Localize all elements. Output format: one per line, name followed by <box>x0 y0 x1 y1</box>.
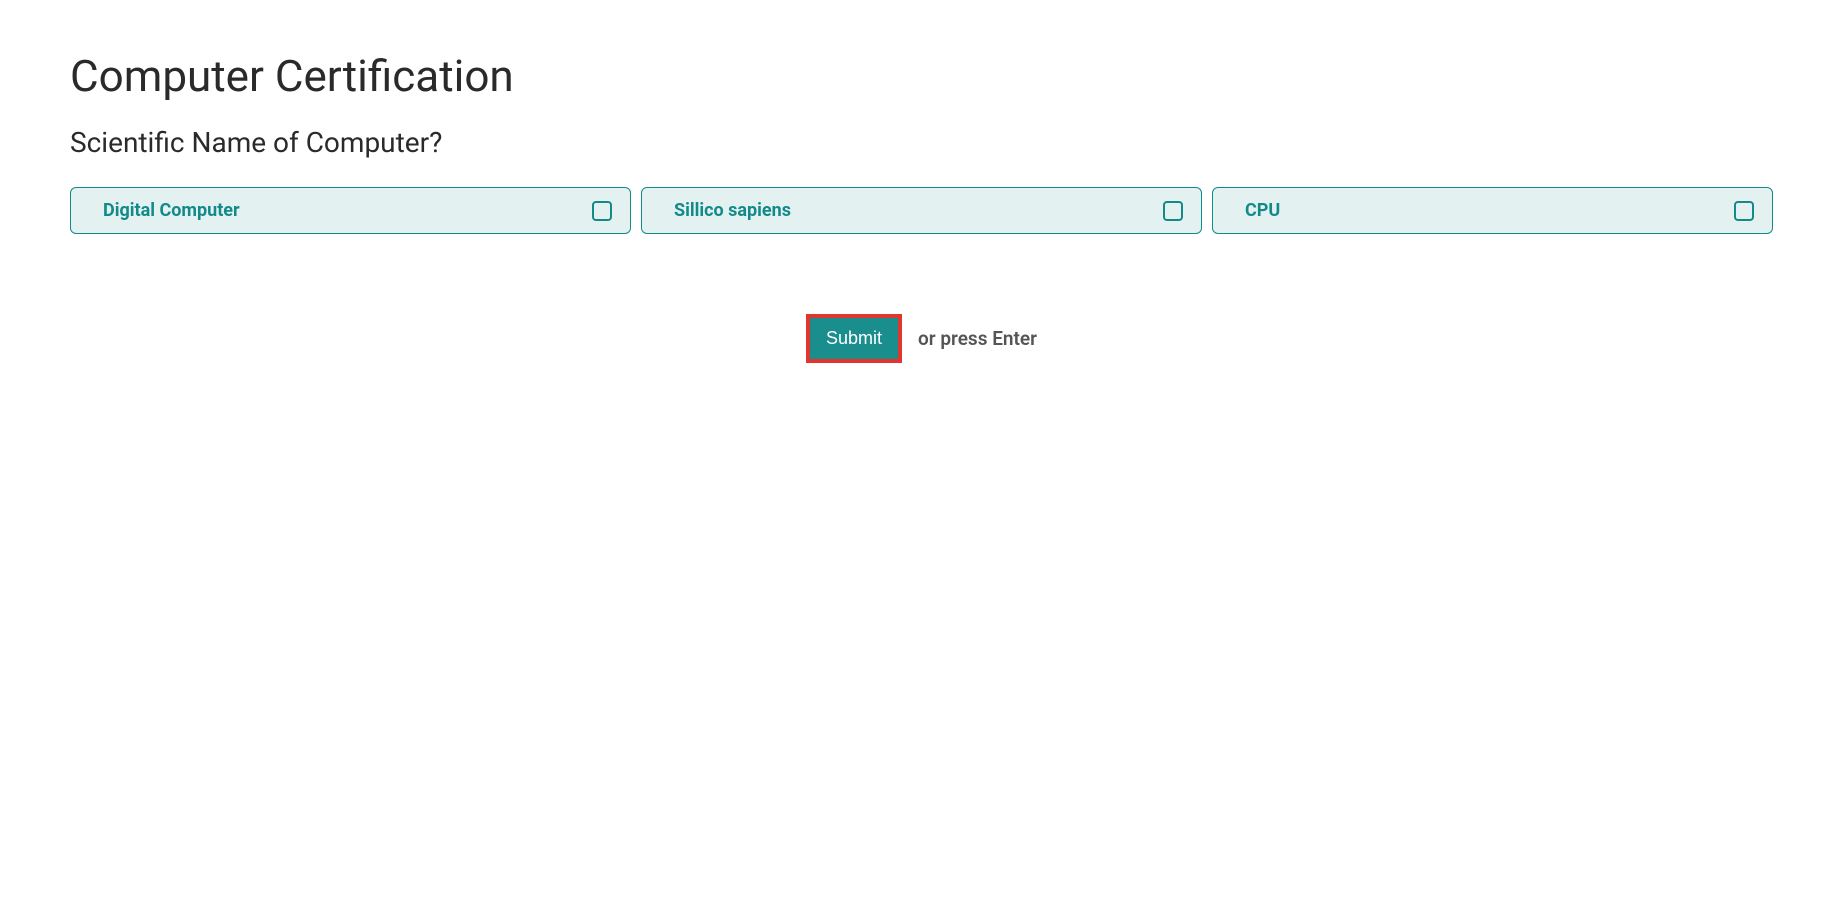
checkbox-icon <box>592 201 612 221</box>
submit-button-highlight: Submit <box>806 314 902 363</box>
option-label: Digital Computer <box>103 200 240 221</box>
option-digital-computer[interactable]: Digital Computer <box>70 187 631 234</box>
page-title: Computer Certification <box>70 50 1773 102</box>
checkbox-icon <box>1734 201 1754 221</box>
submit-hint: or press Enter <box>918 327 1037 350</box>
option-cpu[interactable]: CPU <box>1212 187 1773 234</box>
submit-button[interactable]: Submit <box>810 318 898 359</box>
checkbox-icon <box>1163 201 1183 221</box>
question-text: Scientific Name of Computer? <box>70 126 1773 159</box>
option-sillico-sapiens[interactable]: Sillico sapiens <box>641 187 1202 234</box>
submit-row: Submit or press Enter <box>70 314 1773 363</box>
option-label: Sillico sapiens <box>674 200 791 221</box>
option-label: CPU <box>1245 200 1280 221</box>
options-row: Digital Computer Sillico sapiens CPU <box>70 187 1773 234</box>
